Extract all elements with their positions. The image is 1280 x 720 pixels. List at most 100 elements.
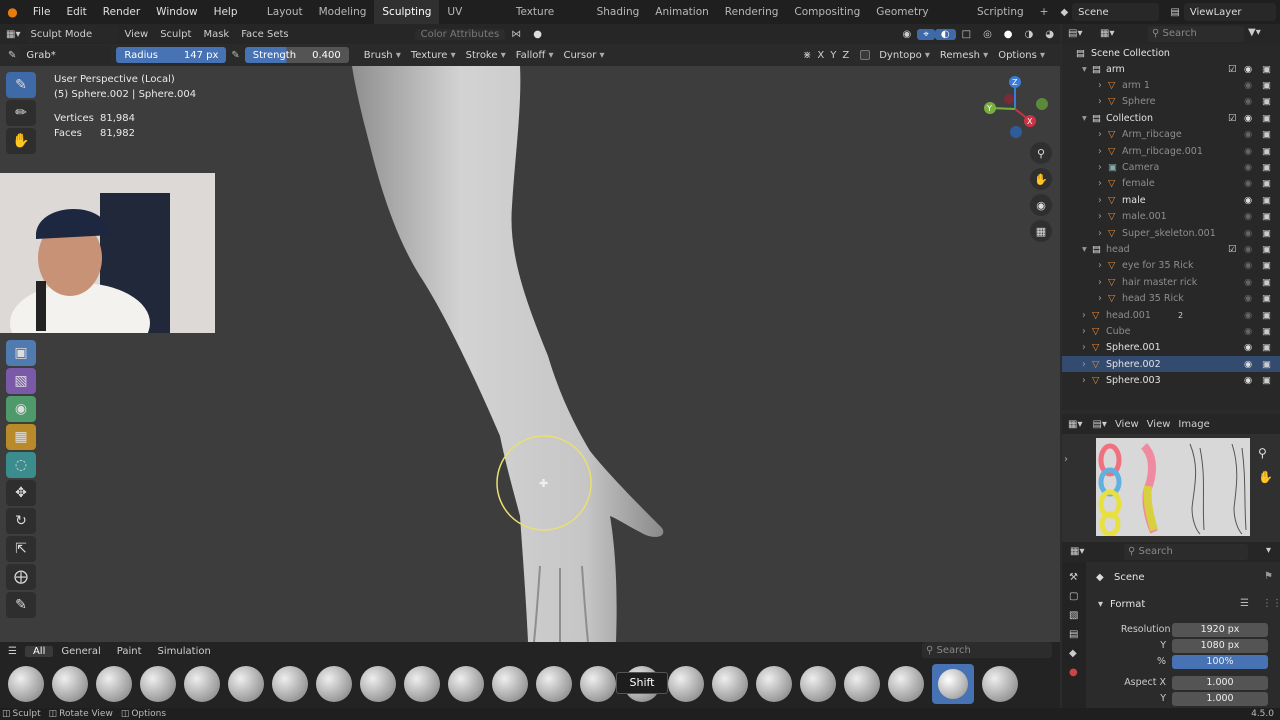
pan-hand-icon[interactable]: ✋ xyxy=(1030,168,1052,190)
stroke-dropdown[interactable]: Stroke xyxy=(461,50,511,61)
render-visibility-icon[interactable]: ▣ xyxy=(1262,80,1271,91)
filter-icon[interactable]: ▼▾ xyxy=(1248,27,1261,38)
render-visibility-icon[interactable]: ▣ xyxy=(1262,146,1271,157)
brush-draw-sharp-icon[interactable] xyxy=(228,666,264,702)
move-tool-icon[interactable]: ✥ xyxy=(6,480,36,506)
tab-animation[interactable]: Animation xyxy=(647,0,717,24)
shading-wireframe-icon[interactable]: ◎ xyxy=(977,29,998,40)
outliner-row[interactable]: › ▽ male ◉ ▣ xyxy=(1062,192,1280,208)
dyntopo-dropdown[interactable]: Dyntopo xyxy=(874,50,935,61)
brush-snake-hook-icon[interactable] xyxy=(580,666,616,702)
remesh-dropdown[interactable]: Remesh xyxy=(935,50,993,61)
pen-pressure-icon[interactable]: ✎ xyxy=(226,50,244,61)
texture-dropdown[interactable]: Texture xyxy=(406,50,461,61)
outliner-row[interactable]: › ▽ Super_skeleton.001 ◉ ▣ xyxy=(1062,225,1280,241)
render-visibility-icon[interactable]: ▣ xyxy=(1262,277,1271,288)
mode-selector[interactable]: Sculpt Mode xyxy=(26,25,119,43)
image-view-menu-1[interactable]: View xyxy=(1111,419,1143,430)
brush-multires-icon[interactable] xyxy=(982,666,1018,702)
expand-arrow-icon[interactable]: › xyxy=(1098,178,1102,189)
tool-props-tab-icon[interactable]: ⚒ xyxy=(1069,572,1086,583)
render-props-tab-icon[interactable]: ▢ xyxy=(1069,591,1086,602)
output-props-tab-icon[interactable]: ▧ xyxy=(1069,610,1086,621)
visibility-eye-icon[interactable]: ◉ xyxy=(1244,310,1252,321)
outliner-row[interactable]: › ▽ Arm_ribcage ◉ ▣ xyxy=(1062,127,1280,143)
cursor-dropdown[interactable]: Cursor xyxy=(558,50,609,61)
expand-arrow-icon[interactable]: › xyxy=(1082,310,1086,321)
perspective-grid-icon[interactable]: ▦ xyxy=(1030,220,1052,242)
falloff-dropdown[interactable]: Falloff xyxy=(511,50,559,61)
render-visibility-icon[interactable]: ▣ xyxy=(1262,310,1271,321)
view-layer-props-tab-icon[interactable]: ▤ xyxy=(1069,629,1086,640)
image-editor[interactable]: ⚲ ✋ › xyxy=(1062,434,1280,542)
brush-flatten-icon[interactable] xyxy=(448,666,484,702)
presets-icon[interactable]: ☰ xyxy=(1240,598,1249,609)
expand-arrow-icon[interactable]: › xyxy=(1098,293,1102,304)
annotate-tool-icon[interactable]: ✎ xyxy=(6,592,36,618)
outliner-row[interactable]: ▾ ▤ head ◉ ▣ ☑ xyxy=(1062,241,1280,257)
menu-help[interactable]: Help xyxy=(206,6,246,18)
outliner-row[interactable]: › ▣ Camera ◉ ▣ xyxy=(1062,159,1280,175)
overlay-toggle-icon[interactable]: ◐ xyxy=(934,28,956,40)
zoom-icon[interactable]: ⚲ xyxy=(1030,142,1052,164)
image-menu[interactable]: Image xyxy=(1174,419,1213,430)
expand-arrow-icon[interactable]: ▾ xyxy=(1082,244,1087,255)
view-layer-selector[interactable]: ViewLayer xyxy=(1183,3,1277,21)
tab-modeling[interactable]: Modeling xyxy=(311,0,375,24)
visibility-eye-icon[interactable]: ◉ xyxy=(1244,129,1252,140)
visibility-eye-icon[interactable]: ◉ xyxy=(1244,342,1252,353)
mirror-z-toggle[interactable]: Z xyxy=(839,50,852,61)
brush-scrape-icon[interactable] xyxy=(536,666,572,702)
properties-search-field[interactable]: ⚲ Search xyxy=(1124,544,1248,560)
menu-mask[interactable]: Mask xyxy=(197,29,235,40)
shading-solid-icon[interactable]: ● xyxy=(998,29,1019,40)
add-workspace-button[interactable]: + xyxy=(1032,0,1057,24)
pin-icon[interactable]: ⚑ xyxy=(1264,571,1273,582)
collapse-arrow-icon[interactable]: › xyxy=(1064,454,1068,465)
tab-uv-editing[interactable]: UV Editing xyxy=(439,0,507,42)
face-set-icon[interactable]: ◉ xyxy=(6,396,36,422)
render-visibility-icon[interactable]: ▣ xyxy=(1262,113,1271,124)
outliner-row[interactable]: › ▽ male.001 ◉ ▣ xyxy=(1062,209,1280,225)
visibility-eye-icon[interactable]: ◉ xyxy=(1244,277,1252,288)
brush-smooth-icon[interactable] xyxy=(404,666,440,702)
properties-options-icon[interactable]: ▾ xyxy=(1266,545,1271,556)
shelf-tab-simulation[interactable]: Simulation xyxy=(150,646,219,657)
brush-nudge-icon[interactable] xyxy=(668,666,704,702)
render-visibility-icon[interactable]: ▣ xyxy=(1262,178,1271,189)
expand-arrow-icon[interactable]: › xyxy=(1082,359,1086,370)
transform-tool-icon[interactable]: ⨁ xyxy=(6,564,36,590)
shading-rendered-icon[interactable]: ◕ xyxy=(1039,29,1060,40)
outliner-row[interactable]: › ▽ hair master rick ◉ ▣ xyxy=(1062,274,1280,290)
brush-cloth-icon[interactable] xyxy=(888,666,924,702)
xray-icon[interactable]: □ xyxy=(956,29,977,40)
brush-draw-icon[interactable] xyxy=(184,666,220,702)
aspect-x-field[interactable]: 1.000 xyxy=(1172,676,1268,690)
editor-type-icon[interactable]: ▦▾ xyxy=(0,29,26,40)
navigation-gizmo[interactable]: Z Y X xyxy=(978,72,1052,146)
menu-view[interactable]: View xyxy=(118,29,154,40)
brush-elastic-icon[interactable] xyxy=(756,666,792,702)
expand-arrow-icon[interactable]: › xyxy=(1098,260,1102,271)
tab-shading[interactable]: Shading xyxy=(589,0,648,24)
res-x-field[interactable]: 1920 px xyxy=(1172,623,1268,637)
render-visibility-icon[interactable]: ▣ xyxy=(1262,260,1271,271)
blender-logo-icon[interactable]: ● xyxy=(0,5,25,19)
expand-arrow-icon[interactable]: › xyxy=(1082,342,1086,353)
mirror-y-toggle[interactable]: Y xyxy=(827,50,839,61)
visibility-eye-icon[interactable]: ◉ xyxy=(1244,178,1252,189)
strength-slider[interactable]: Strength 0.400 xyxy=(244,47,349,63)
dyntopo-checkbox[interactable] xyxy=(860,50,871,60)
box-mask-icon[interactable]: ▣ xyxy=(6,340,36,366)
lasso-mask-icon[interactable]: ▧ xyxy=(6,368,36,394)
visibility-eye-icon[interactable]: ◉ xyxy=(1244,293,1252,304)
gizmo-toggle-icon[interactable]: ⌖ xyxy=(917,28,935,40)
expand-arrow-icon[interactable]: ▾ xyxy=(1082,113,1087,124)
outliner-editor-icon[interactable]: ▤▾ xyxy=(1068,28,1082,39)
brush-grab-icon[interactable] xyxy=(932,664,974,704)
shelf-tab-all[interactable]: All xyxy=(24,645,54,657)
radius-slider[interactable]: Radius 147 px xyxy=(116,47,227,63)
color-attributes-dropdown[interactable]: Color Attributes xyxy=(414,28,506,40)
image-pan-icon[interactable]: ✋ xyxy=(1258,470,1273,484)
outliner-row[interactable]: › ▽ Sphere.001 ◉ ▣ xyxy=(1062,340,1280,356)
